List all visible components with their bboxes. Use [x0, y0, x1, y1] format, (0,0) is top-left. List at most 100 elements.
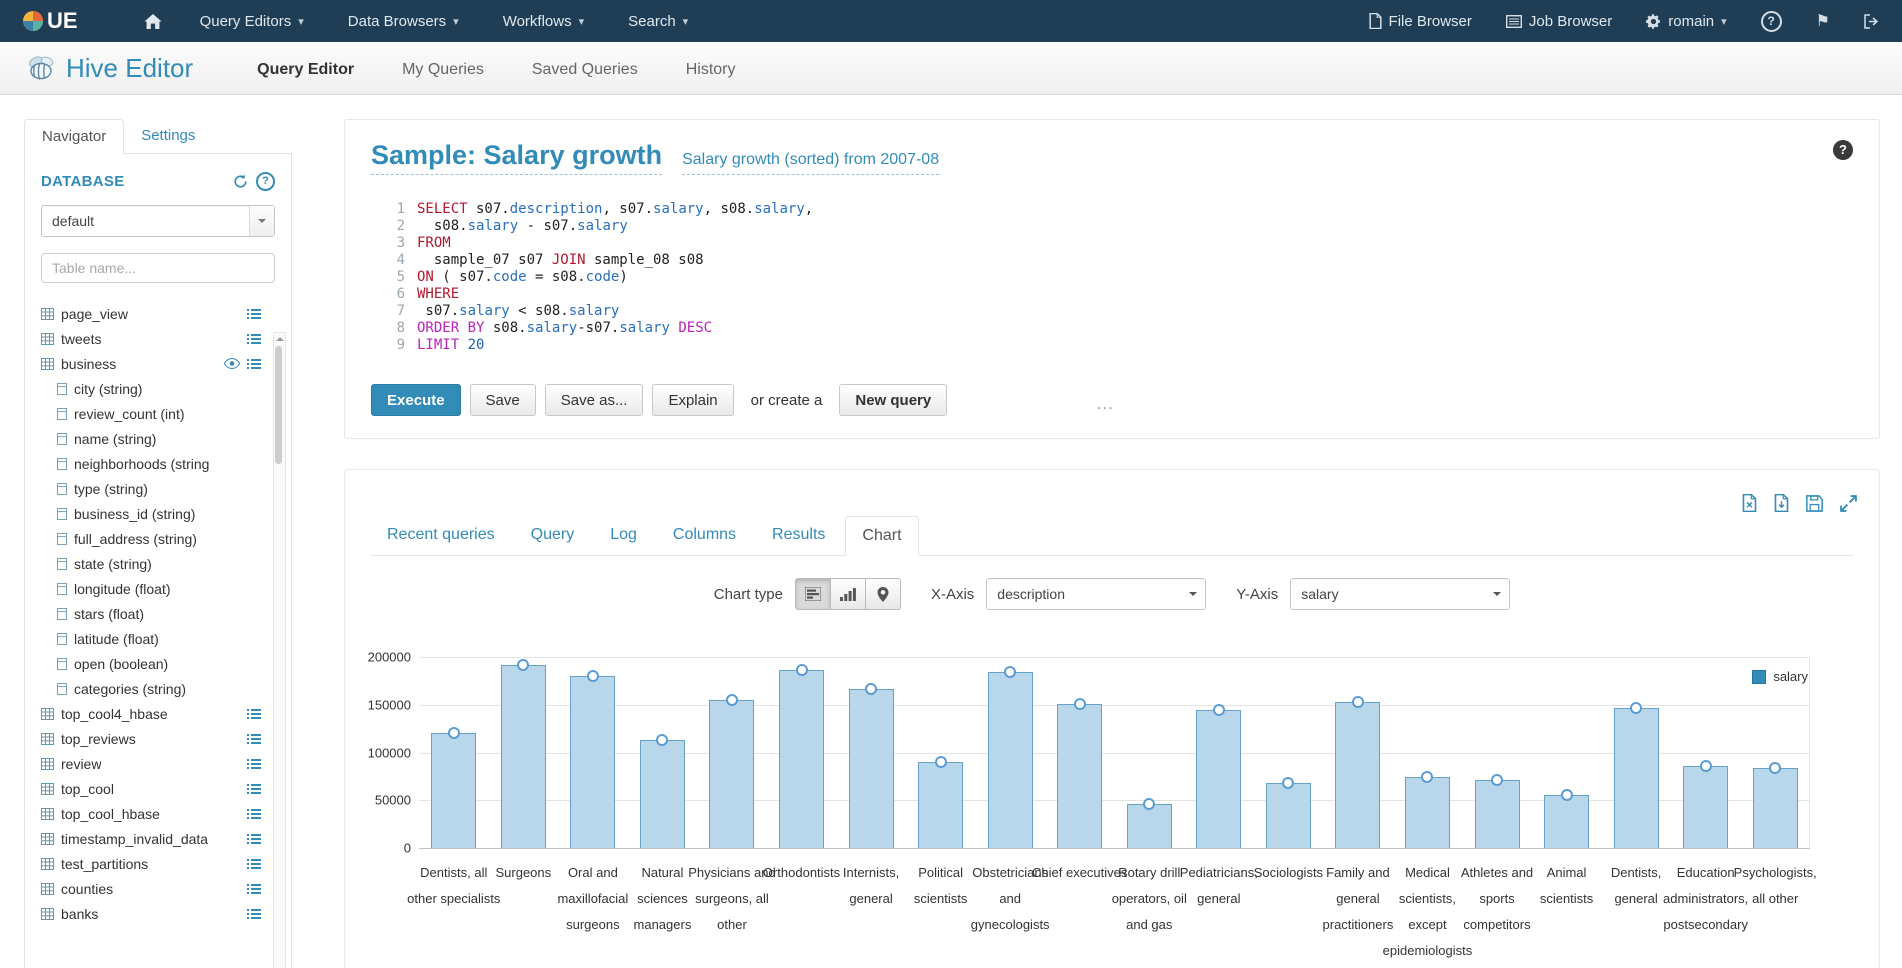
table-row[interactable]: review: [41, 751, 275, 776]
user-menu[interactable]: romain: [1646, 13, 1726, 30]
chart-bar[interactable]: [779, 670, 824, 848]
tab-saved-queries[interactable]: Saved Queries: [532, 61, 638, 79]
column-row[interactable]: city (string): [41, 376, 275, 401]
browse-data-icon[interactable]: [247, 758, 261, 770]
resize-grip[interactable]: ...: [1097, 394, 1114, 414]
chart-bar[interactable]: [1614, 708, 1659, 848]
browse-data-icon[interactable]: [247, 808, 261, 820]
tab-query[interactable]: Query: [515, 516, 591, 555]
download-csv-icon[interactable]: [1774, 494, 1789, 512]
tab-recent-queries[interactable]: Recent queries: [371, 516, 511, 555]
save-results-icon[interactable]: [1806, 495, 1823, 512]
chart-bar[interactable]: [1266, 783, 1311, 848]
browse-data-icon[interactable]: [247, 908, 261, 920]
tab-history[interactable]: History: [686, 61, 736, 79]
column-row[interactable]: name (string): [41, 426, 275, 451]
browse-data-icon[interactable]: [247, 333, 261, 345]
sql-editor[interactable]: 123456789 SELECT s07.description, s07.sa…: [371, 201, 1853, 354]
tab-log[interactable]: Log: [594, 516, 653, 555]
chart-bar[interactable]: [1196, 710, 1241, 848]
hive-editor-home-link[interactable]: Hive Editor: [26, 53, 193, 84]
query-title[interactable]: Sample: Salary growth: [371, 140, 662, 175]
sidebar-scrollbar[interactable]: [273, 332, 286, 968]
execute-button[interactable]: Execute: [371, 384, 461, 416]
table-row[interactable]: test_partitions: [41, 851, 275, 876]
download-xls-icon[interactable]: [1742, 494, 1757, 512]
table-row[interactable]: top_cool_hbase: [41, 801, 275, 826]
browse-data-icon[interactable]: [247, 883, 261, 895]
table-row[interactable]: business: [41, 351, 275, 376]
table-row[interactable]: tweets: [41, 326, 275, 351]
tab-navigator[interactable]: Navigator: [24, 119, 124, 154]
column-row[interactable]: full_address (string): [41, 526, 275, 551]
tab-query-editor[interactable]: Query Editor: [257, 61, 354, 79]
table-row[interactable]: page_view: [41, 301, 275, 326]
tab-my-queries[interactable]: My Queries: [402, 61, 484, 79]
column-row[interactable]: neighborhoods (string: [41, 451, 275, 476]
table-row[interactable]: timestamp_invalid_data: [41, 826, 275, 851]
flag-icon[interactable]: [1816, 11, 1830, 31]
database-select[interactable]: default: [41, 205, 275, 237]
chart-type-column-button[interactable]: [830, 578, 866, 610]
help-icon[interactable]: [1761, 11, 1782, 32]
table-row[interactable]: counties: [41, 876, 275, 901]
tab-columns[interactable]: Columns: [657, 516, 752, 555]
query-subtitle-link[interactable]: Salary growth (sorted) from 2007-08: [682, 151, 939, 175]
browse-data-icon[interactable]: [247, 833, 261, 845]
chart-bar[interactable]: [709, 700, 754, 848]
column-row[interactable]: categories (string): [41, 676, 275, 701]
scroll-up-button[interactable]: [274, 333, 285, 344]
table-row[interactable]: banks: [41, 901, 275, 926]
column-row[interactable]: business_id (string): [41, 501, 275, 526]
hue-logo[interactable]: UE: [22, 8, 78, 34]
browse-data-icon[interactable]: [247, 358, 261, 370]
save-button[interactable]: Save: [470, 384, 536, 416]
x-axis-select[interactable]: description: [986, 578, 1206, 610]
column-row[interactable]: longitude (float): [41, 576, 275, 601]
column-row[interactable]: type (string): [41, 476, 275, 501]
browse-data-icon[interactable]: [247, 733, 261, 745]
logout-button[interactable]: [1864, 14, 1880, 29]
job-browser-button[interactable]: Job Browser: [1506, 13, 1612, 30]
file-browser-button[interactable]: File Browser: [1369, 13, 1472, 30]
table-row[interactable]: top_cool4_hbase: [41, 701, 275, 726]
menu-search[interactable]: Search: [628, 13, 688, 30]
table-row[interactable]: top_reviews: [41, 726, 275, 751]
y-axis-select[interactable]: salary: [1290, 578, 1510, 610]
chart-bar[interactable]: [1753, 768, 1798, 848]
tab-chart[interactable]: Chart: [845, 516, 918, 556]
explain-button[interactable]: Explain: [652, 384, 733, 416]
database-help-icon[interactable]: [256, 172, 275, 191]
column-row[interactable]: open (boolean): [41, 651, 275, 676]
chart-bar[interactable]: [431, 733, 476, 848]
chart-bar[interactable]: [849, 689, 894, 848]
chart-bar[interactable]: [988, 672, 1033, 848]
menu-data-browsers[interactable]: Data Browsers: [348, 13, 459, 30]
browse-data-icon[interactable]: [247, 783, 261, 795]
chart-bar[interactable]: [1475, 780, 1520, 848]
chart-bar[interactable]: [1544, 795, 1589, 848]
chart-bar[interactable]: [640, 740, 685, 848]
chart-bar[interactable]: [570, 676, 615, 848]
chart-bar[interactable]: [501, 665, 546, 848]
scrollbar-thumb[interactable]: [275, 346, 282, 464]
table-search-input[interactable]: [41, 253, 275, 283]
menu-workflows[interactable]: Workflows: [503, 13, 584, 30]
table-row[interactable]: top_cool: [41, 776, 275, 801]
chart-legend[interactable]: salary: [1752, 669, 1808, 684]
refresh-icon[interactable]: [233, 174, 248, 189]
chart-bar[interactable]: [918, 762, 963, 848]
column-row[interactable]: review_count (int): [41, 401, 275, 426]
chart-bar[interactable]: [1057, 704, 1102, 848]
column-row[interactable]: state (string): [41, 551, 275, 576]
column-row[interactable]: latitude (float): [41, 626, 275, 651]
home-button[interactable]: [144, 14, 162, 29]
save-as-button[interactable]: Save as...: [545, 384, 644, 416]
column-row[interactable]: stars (float): [41, 601, 275, 626]
chart-type-map-button[interactable]: [865, 578, 901, 610]
chart-bar[interactable]: [1335, 702, 1380, 848]
menu-query-editors[interactable]: Query Editors: [200, 13, 304, 30]
chart-bar[interactable]: [1127, 804, 1172, 848]
query-help-icon[interactable]: [1833, 140, 1853, 160]
browse-data-icon[interactable]: [247, 308, 261, 320]
